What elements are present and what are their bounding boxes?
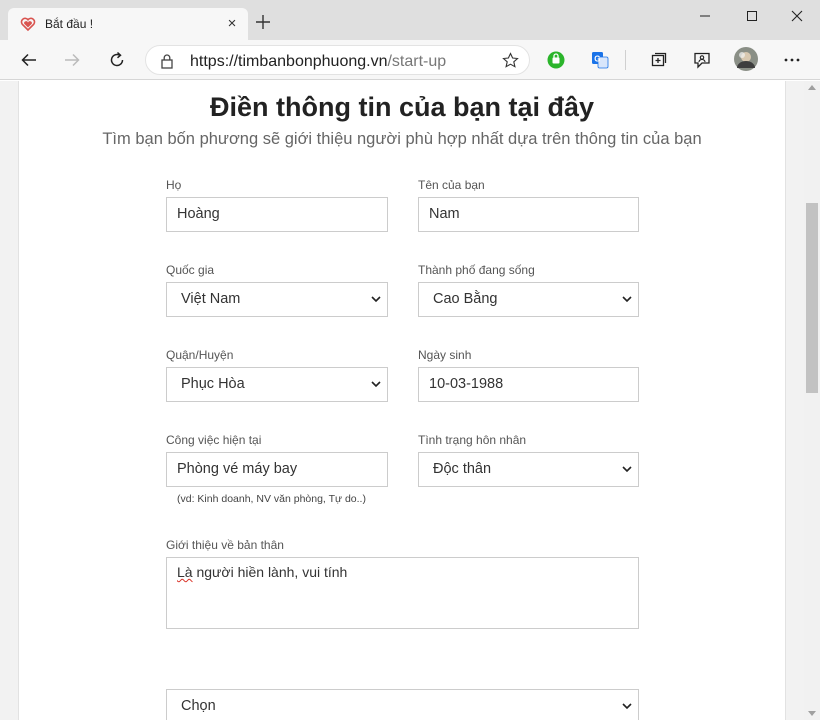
tab-title: Bắt đầu ! bbox=[45, 17, 94, 31]
page-title: Điền thông tin của bạn tại đây bbox=[209, 92, 595, 122]
marital-status-label: Tình trạng hôn nhân bbox=[418, 433, 527, 447]
about-textarea[interactable]: Là người hiền lành, vui tính bbox=[166, 557, 639, 629]
spellcheck-word: Là bbox=[177, 564, 193, 580]
first-name-label: Tên của bạn bbox=[418, 178, 485, 192]
page-border-left bbox=[18, 81, 19, 720]
birthday-input[interactable]: 10-03-1988 bbox=[418, 367, 639, 402]
country-select[interactable]: Việt Nam bbox=[166, 282, 388, 317]
page-border-right bbox=[785, 81, 786, 720]
address-bar[interactable]: https://timbanbonphuong.vn/start-up bbox=[145, 45, 530, 75]
scroll-thumb[interactable] bbox=[806, 203, 818, 393]
chevron-down-icon bbox=[371, 296, 381, 303]
job-input[interactable]: Phòng vé máy bay bbox=[166, 452, 388, 487]
new-tab-icon[interactable] bbox=[252, 11, 274, 33]
about-label: Giới thiệu về bản thân bbox=[166, 538, 284, 552]
url-host: https://timbanbonphuong.vn bbox=[190, 53, 388, 70]
job-hint: (vd: Kinh doanh, NV văn phòng, Tự do..) bbox=[177, 493, 366, 505]
country-label: Quốc gia bbox=[166, 263, 215, 277]
vertical-scrollbar[interactable] bbox=[804, 81, 820, 720]
last-name-label: Họ bbox=[166, 178, 182, 192]
chevron-down-icon bbox=[371, 381, 381, 388]
browser-toolbar: https://timbanbonphuong.vn/start-up G bbox=[0, 40, 820, 80]
city-select[interactable]: Cao Bằng bbox=[418, 282, 639, 317]
chevron-down-icon bbox=[622, 703, 632, 710]
refresh-icon[interactable] bbox=[105, 48, 129, 72]
page-right-gutter bbox=[786, 81, 804, 720]
job-label: Công việc hiện tại bbox=[166, 433, 262, 447]
tab-strip: Bắt đầu ! × bbox=[0, 0, 820, 40]
favorite-star-icon[interactable] bbox=[502, 52, 519, 74]
lock-icon[interactable] bbox=[160, 53, 174, 74]
district-label: Quận/Huyện bbox=[166, 348, 234, 362]
feedback-icon[interactable] bbox=[690, 48, 714, 72]
scroll-up-arrow-icon[interactable] bbox=[808, 85, 816, 90]
close-window-icon[interactable] bbox=[774, 0, 820, 32]
district-select-value: Phục Hòa bbox=[181, 376, 245, 392]
district-select[interactable]: Phục Hòa bbox=[166, 367, 388, 402]
back-arrow-icon[interactable] bbox=[17, 48, 41, 72]
chevron-down-icon bbox=[622, 466, 632, 473]
city-select-value: Cao Bằng bbox=[433, 291, 498, 307]
svg-text:G: G bbox=[594, 55, 600, 64]
translate-icon[interactable]: G bbox=[588, 48, 612, 72]
birthday-label: Ngày sinh bbox=[418, 348, 472, 362]
url-text: https://timbanbonphuong.vn/start-up bbox=[190, 53, 446, 71]
extension-green-icon[interactable] bbox=[544, 48, 568, 72]
first-name-input[interactable]: Nam bbox=[418, 197, 639, 232]
marital-status-select[interactable]: Độc thân bbox=[418, 452, 639, 487]
more-menu-icon[interactable] bbox=[780, 48, 804, 72]
city-label: Thành phố đang sống bbox=[418, 263, 535, 277]
country-select-value: Việt Nam bbox=[181, 291, 241, 307]
minimize-icon[interactable] bbox=[682, 0, 728, 32]
toolbar-divider bbox=[625, 50, 626, 70]
profile-avatar[interactable] bbox=[733, 46, 759, 72]
maximize-icon[interactable] bbox=[729, 0, 775, 32]
tab-close-icon[interactable]: × bbox=[224, 16, 240, 32]
extra-select-value: Chọn bbox=[181, 698, 216, 714]
heart-favicon-icon bbox=[20, 16, 36, 32]
browser-tab[interactable]: Bắt đầu ! × bbox=[8, 8, 248, 40]
page-subtitle: Tìm bạn bốn phương sẽ giới thiệu người p… bbox=[102, 130, 702, 148]
about-text: người hiền lành, vui tính bbox=[192, 564, 348, 580]
collections-icon[interactable] bbox=[646, 48, 670, 72]
scroll-down-arrow-icon[interactable] bbox=[808, 711, 816, 716]
forward-arrow-icon[interactable] bbox=[60, 48, 84, 72]
page-left-gutter bbox=[0, 81, 18, 720]
url-path: /start-up bbox=[387, 53, 447, 70]
marital-status-value: Độc thân bbox=[433, 461, 492, 477]
chevron-down-icon bbox=[622, 296, 632, 303]
last-name-input[interactable]: Hoàng bbox=[166, 197, 388, 232]
extra-select[interactable]: Chọn bbox=[166, 689, 639, 720]
